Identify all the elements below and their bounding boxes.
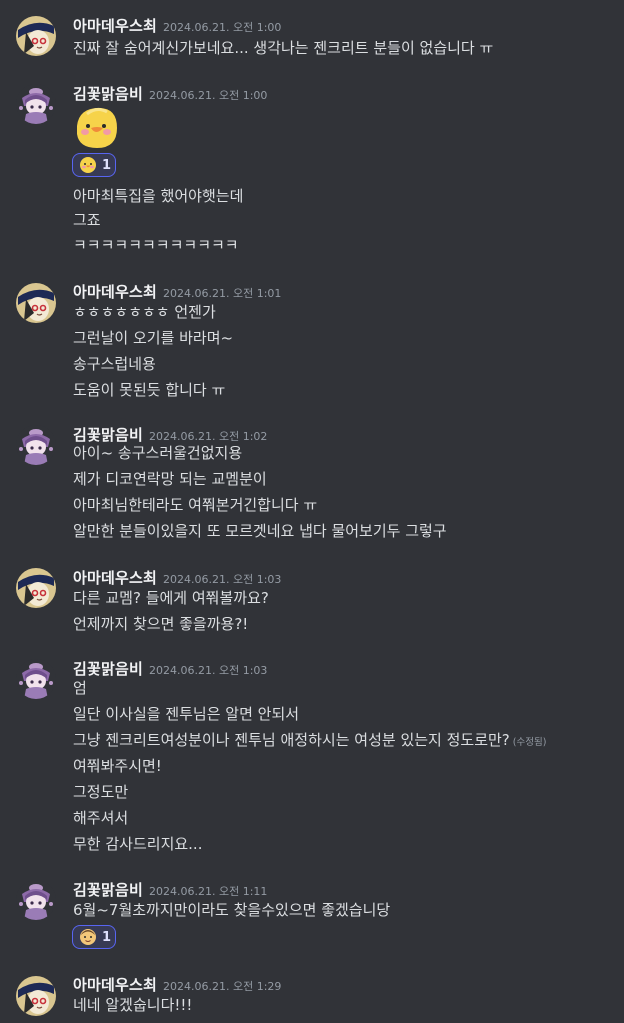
avatar-gimkkot[interactable] xyxy=(16,659,56,699)
message-text-content: 그냥 젠크리트여성분이나 젠투님 애정하시는 여성분 있는지 정도로만? xyxy=(73,731,510,749)
message-text: 6월~7월초까지만이라도 찾을수있으면 좋겠습니당 xyxy=(73,901,391,919)
message-text: 그런날이 오기를 바라며~ xyxy=(73,329,234,347)
message-text: 해주셔서 xyxy=(73,809,129,827)
timestamp[interactable]: 2024.06.21. 오전 1:00 xyxy=(149,89,267,102)
reaction-button[interactable]: 1 xyxy=(72,925,116,949)
message-text: 언제까지 찾으면 좋을까용?! xyxy=(73,615,249,633)
edited-label[interactable]: (수정됨) xyxy=(513,737,547,748)
reaction-count: 1 xyxy=(102,929,112,945)
message-text: 무한 감사드리지요... xyxy=(73,835,203,853)
avatar-amadeus[interactable] xyxy=(16,976,56,1016)
chat-message-list: 아마데우스최 2024.06.21. 오전 1:00 진짜 잘 숨어계신가보네요.… xyxy=(0,0,624,1023)
message-text: 제가 디코연락망 되는 교멤분이 xyxy=(73,470,267,488)
timestamp[interactable]: 2024.06.21. 오전 1:01 xyxy=(163,287,281,300)
timestamp[interactable]: 2024.06.21. 오전 1:00 xyxy=(163,21,281,34)
message-text: 엄 xyxy=(73,679,87,697)
reaction-button[interactable]: 1 xyxy=(72,153,116,177)
avatar-amadeus[interactable] xyxy=(16,283,56,323)
face-emoji-icon xyxy=(80,929,96,945)
author-name[interactable]: 김꽃맑음비 xyxy=(73,881,143,899)
message-text: 아마최님한테라도 여쭤본거긴합니다 ㅠ xyxy=(73,496,318,514)
message-text: 아마최특집을 했어야햇는데 xyxy=(73,187,244,205)
timestamp[interactable]: 2024.06.21. 오전 1:11 xyxy=(149,885,267,898)
message-header: 아마데우스최 2024.06.21. 오전 1:00 xyxy=(73,15,281,37)
message-text: 도움이 못된듯 합니다 ㅠ xyxy=(73,381,226,399)
message-text: 송구스럽네용 xyxy=(73,355,156,373)
reaction-count: 1 xyxy=(102,157,112,173)
message-text: 여쭤봐주시면! xyxy=(73,757,162,775)
duck-emoji-icon xyxy=(80,157,96,173)
yellow-duck-emoji[interactable] xyxy=(73,104,121,152)
message-header: 김꽃맑음비 2024.06.21. 오전 1:00 xyxy=(73,83,267,105)
timestamp[interactable]: 2024.06.21. 오전 1:03 xyxy=(163,573,281,586)
message-header: 아마데우스최 2024.06.21. 오전 1:01 xyxy=(73,281,281,303)
avatar-amadeus[interactable] xyxy=(16,568,56,608)
author-name[interactable]: 아마데우스최 xyxy=(73,976,157,994)
author-name[interactable]: 아마데우스최 xyxy=(73,569,157,587)
avatar-gimkkot[interactable] xyxy=(16,425,56,465)
message-header: 아마데우스최 2024.06.21. 오전 1:03 xyxy=(73,567,281,589)
author-name[interactable]: 김꽃맑음비 xyxy=(73,85,143,103)
message-header: 김꽃맑음비 2024.06.21. 오전 1:11 xyxy=(73,879,267,901)
message-text: 네네 알겠숩니다!!! xyxy=(73,996,193,1014)
author-name[interactable]: 김꽃맑음비 xyxy=(73,660,143,678)
message-text: 그정도만 xyxy=(73,783,129,801)
message-text: 다른 교멤? 들에게 여쭤볼까요? xyxy=(73,589,269,607)
avatar-gimkkot[interactable] xyxy=(16,880,56,920)
message-text: 그냥 젠크리트여성분이나 젠투님 애정하시는 여성분 있는지 정도로만? (수정됨… xyxy=(73,729,546,754)
avatar-amadeus[interactable] xyxy=(16,16,56,56)
message-header: 김꽃맑음비 2024.06.21. 오전 1:03 xyxy=(73,658,267,680)
message-text: 알만한 분들이있을지 또 모르겟네요 냅다 물어보기두 그렇구 xyxy=(73,522,447,540)
timestamp[interactable]: 2024.06.21. 오전 1:03 xyxy=(149,664,267,677)
message-text: ㅎㅎㅎㅎㅎㅎㅎ 언젠가 xyxy=(73,303,216,321)
message-header: 아마데우스최 2024.06.21. 오전 1:29 xyxy=(73,974,281,996)
message-text: ㅋㅋㅋㅋㅋㅋㅋㅋㅋㅋㅋㅋ xyxy=(73,236,239,254)
timestamp[interactable]: 2024.06.21. 오전 1:29 xyxy=(163,980,281,993)
message-text: 그죠 xyxy=(73,211,101,229)
author-name[interactable]: 아마데우스최 xyxy=(73,17,157,35)
message-text: 아이~ 송구스러울건없지용 xyxy=(73,444,243,462)
message-text: 일단 이사실을 젠투님은 알면 안되서 xyxy=(73,705,300,723)
message-text: 진짜 잘 숨어계신가보네요... 생각나는 젠크리트 분들이 없습니다 ㅠ xyxy=(73,39,494,57)
avatar-gimkkot[interactable] xyxy=(16,84,56,124)
author-name[interactable]: 아마데우스최 xyxy=(73,283,157,301)
